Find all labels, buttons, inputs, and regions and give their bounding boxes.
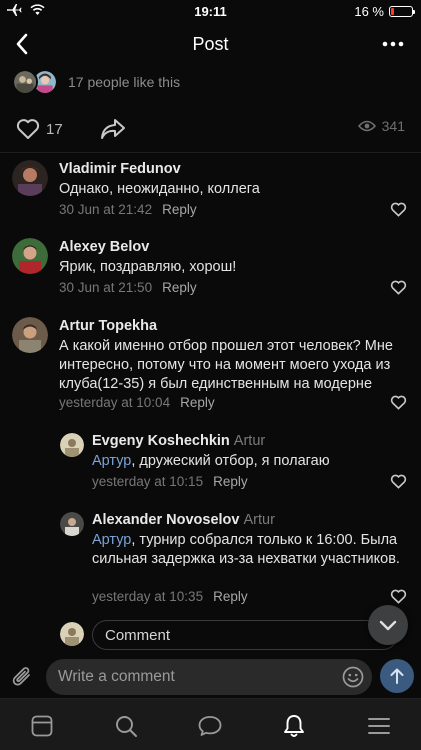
more-icon — [382, 41, 404, 47]
reply-button[interactable]: Reply — [213, 474, 248, 489]
emoji-button[interactable] — [342, 666, 364, 693]
reply-to-name[interactable]: Artur — [234, 433, 265, 449]
reply-button[interactable]: Reply — [180, 395, 215, 410]
likes-summary: 17 people like this — [68, 74, 181, 90]
tab-bar — [0, 698, 421, 750]
comment-text: Однако, неожиданно, коллега — [59, 181, 260, 197]
comment-item: Alexey Belov Ярик, поздравляю, хорош! 30… — [0, 236, 421, 306]
heart-icon — [16, 119, 40, 139]
comment-meta: yesterday at 10:04 Reply — [59, 395, 215, 410]
emoji-icon — [342, 666, 364, 688]
comment-meta: 30 Jun at 21:42 Reply — [59, 202, 197, 217]
comment-item: Vladimir Fedunov Однако, неожиданно, кол… — [0, 158, 421, 228]
messages-icon — [198, 716, 222, 736]
comment-time: 30 Jun at 21:50 — [59, 280, 153, 295]
tab-menu[interactable] — [366, 713, 392, 739]
divider — [0, 152, 421, 153]
nav-bar: Post — [0, 22, 421, 66]
comment-author[interactable]: Artur Topekha — [59, 318, 157, 334]
reply-item: Alexander Novoselov Artur Артур, турнир с… — [0, 508, 421, 608]
views-counter: 341 — [357, 118, 405, 134]
mention-link[interactable]: Артур — [92, 532, 131, 548]
comment-meta: yesterday at 10:15 Reply — [92, 474, 248, 489]
comment-author[interactable]: Vladimir Fedunov — [59, 161, 181, 177]
comment-meta: 30 Jun at 21:50 Reply — [59, 280, 197, 295]
comment-text: Артур, турнир собрался только к 16:00. Б… — [92, 531, 410, 569]
comment-time: yesterday at 10:35 — [92, 589, 204, 604]
status-right: 16 % — [354, 4, 415, 19]
battery-fill — [391, 8, 394, 15]
reply-button[interactable]: Reply — [213, 589, 248, 604]
comment-body: , дружеский отбор, я полагаю — [131, 453, 330, 469]
battery-icon — [389, 6, 415, 17]
page-title: Post — [192, 33, 229, 54]
avatar[interactable] — [12, 238, 48, 274]
heart-icon[interactable] — [390, 280, 407, 295]
notifications-icon — [284, 715, 304, 737]
mention-link[interactable]: Артур — [92, 453, 131, 469]
tab-messages[interactable] — [197, 713, 223, 739]
comment-item: Artur Topekha А какой именно отбор проше… — [0, 315, 421, 415]
send-button[interactable] — [380, 659, 414, 693]
back-button[interactable] — [8, 30, 36, 58]
heart-icon[interactable] — [390, 589, 407, 604]
avatar[interactable] — [60, 512, 84, 536]
attach-icon — [12, 667, 30, 686]
author-name[interactable]: Evgeny Koshechkin — [92, 433, 230, 449]
heart-icon[interactable] — [390, 474, 407, 489]
liker-avatar — [12, 69, 38, 95]
menu-icon — [368, 718, 390, 734]
comment-time: yesterday at 10:15 — [92, 474, 204, 489]
comment-time: yesterday at 10:04 — [59, 395, 171, 410]
post-content[interactable]: 17 people like this 17 341 Vladimir Fedu… — [0, 66, 421, 656]
eye-icon — [357, 120, 376, 132]
heart-icon[interactable] — [390, 395, 407, 410]
avatar[interactable] — [12, 160, 48, 196]
reply-item: Evgeny Koshechkin Artur Артур, дружеский … — [0, 430, 421, 496]
tab-search[interactable] — [113, 713, 139, 739]
status-bar: 19:11 16 % — [0, 0, 421, 22]
reply-to-name[interactable]: Artur — [243, 512, 274, 528]
comment-text: А какой именно отбор прошел этот человек… — [59, 338, 393, 392]
reply-comment-input[interactable]: Comment — [92, 620, 398, 650]
battery-percent: 16 % — [354, 4, 384, 19]
comment-body: , турнир собрался только к 16:00. Была с… — [92, 532, 400, 567]
reply-button[interactable]: Reply — [162, 202, 197, 217]
heart-icon[interactable] — [390, 202, 407, 217]
chevron-down-icon — [379, 620, 397, 630]
share-button[interactable] — [100, 118, 126, 140]
tab-notifications[interactable] — [281, 713, 307, 739]
more-button[interactable] — [379, 30, 407, 58]
avatar[interactable] — [60, 433, 84, 457]
comment-input-placeholder: Write a comment — [58, 668, 175, 685]
comment-text: Ярик, поздравляю, хорош! — [59, 259, 237, 275]
like-button[interactable]: 17 — [16, 118, 63, 140]
comment-author: Evgeny Koshechkin Artur — [92, 433, 265, 449]
avatar[interactable] — [12, 317, 48, 353]
likes-row[interactable]: 17 people like this — [12, 66, 409, 98]
author-name[interactable]: Alexander Novoselov — [92, 512, 239, 528]
comment-author[interactable]: Alexey Belov — [59, 239, 149, 255]
reply-button[interactable]: Reply — [162, 280, 197, 295]
comment-input[interactable]: Write a comment — [46, 659, 372, 695]
comment-text: Артур, дружеский отбор, я полагаю — [92, 452, 410, 471]
back-chevron-icon — [16, 33, 28, 55]
newsfeed-icon — [31, 715, 53, 737]
views-count: 341 — [381, 118, 405, 134]
attach-button[interactable] — [11, 664, 35, 695]
comment-composer: Write a comment — [0, 656, 421, 698]
tab-newsfeed[interactable] — [29, 713, 55, 739]
comment-meta: yesterday at 10:35 Reply — [92, 589, 248, 604]
search-icon — [116, 716, 137, 737]
post-actions: 17 341 — [0, 110, 421, 146]
scroll-down-button[interactable] — [368, 605, 408, 645]
share-icon — [101, 119, 125, 139]
avatar — [60, 622, 84, 646]
like-count: 17 — [46, 120, 63, 138]
send-icon — [390, 668, 404, 684]
comment-time: 30 Jun at 21:42 — [59, 202, 153, 217]
comment-author: Alexander Novoselov Artur — [92, 512, 275, 528]
